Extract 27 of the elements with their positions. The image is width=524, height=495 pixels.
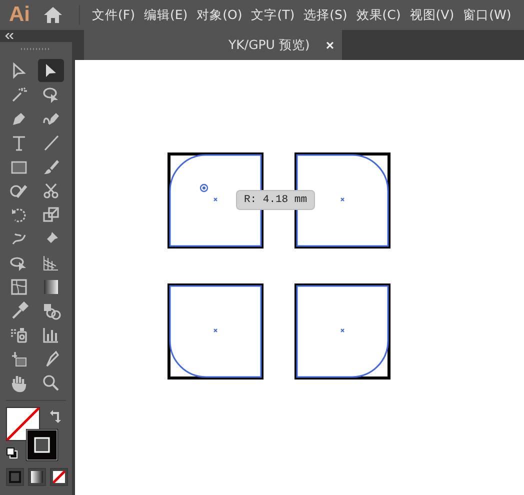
gradient-mode-button[interactable] [28, 468, 46, 486]
document-tab[interactable]: YK/GPU 预览) × [84, 30, 342, 60]
app-logo: Ai [9, 3, 31, 27]
scissors-icon [41, 180, 61, 200]
none-mode-button[interactable] [50, 468, 68, 486]
stroke-swatch[interactable] [26, 429, 58, 461]
default-colors-icon[interactable] [6, 447, 18, 459]
menu-item[interactable]: 编辑(E) [144, 6, 196, 24]
radius-tooltip: R: 4.18 mm [236, 190, 316, 210]
menu-item[interactable]: 文字(T) [251, 6, 303, 24]
swap-icon[interactable] [50, 410, 62, 424]
tab-title: YK/GPU 预览) [228, 36, 310, 54]
tool-button[interactable] [38, 59, 64, 82]
corner-widget-icon[interactable] [200, 184, 208, 192]
color-mode-button[interactable] [6, 468, 24, 486]
mesh-icon [9, 276, 29, 296]
collapse-icon[interactable] [5, 33, 14, 39]
menu-item[interactable]: 视图(V) [410, 6, 462, 24]
menu-item[interactable]: 效果(C) [356, 6, 409, 24]
menu-item[interactable]: 选择(S) [304, 6, 356, 24]
menu-item[interactable]: 文件(F) [92, 6, 143, 24]
menu-item[interactable]: 窗口(W) [463, 6, 520, 24]
zoom-icon [41, 372, 61, 392]
home-icon[interactable] [43, 6, 63, 24]
close-button[interactable]: × [324, 37, 336, 53]
scale-icon [41, 204, 61, 224]
menu-item[interactable]: 对象(O) [196, 6, 250, 24]
